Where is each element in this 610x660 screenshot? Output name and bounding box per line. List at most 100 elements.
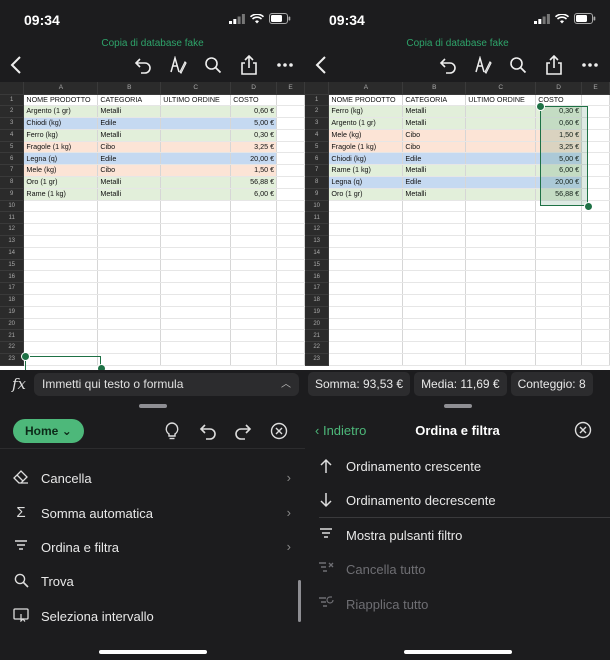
- column-header[interactable]: D: [230, 82, 278, 95]
- column-header[interactable]: D: [535, 82, 583, 95]
- cell[interactable]: [402, 247, 467, 260]
- cell[interactable]: [581, 270, 610, 284]
- cell[interactable]: [97, 259, 162, 272]
- cell[interactable]: [276, 259, 305, 272]
- cell[interactable]: 3,25 €: [535, 141, 583, 154]
- row-header[interactable]: 15: [0, 259, 25, 272]
- row-header[interactable]: 13: [305, 235, 330, 248]
- cell[interactable]: [581, 141, 610, 154]
- cell[interactable]: [97, 211, 162, 225]
- cell[interactable]: [160, 164, 232, 178]
- cell[interactable]: 6,00 €: [230, 188, 278, 201]
- cell[interactable]: 56,88 €: [535, 188, 583, 201]
- row-header[interactable]: 4: [305, 129, 330, 142]
- cell[interactable]: [402, 235, 467, 248]
- cell[interactable]: Mele (kg): [328, 129, 404, 142]
- cell[interactable]: [581, 117, 610, 130]
- back-chevron-icon[interactable]: [4, 53, 28, 77]
- search-icon[interactable]: [506, 53, 530, 77]
- menu-item-clear[interactable]: Cancella ›: [0, 461, 305, 495]
- row-header[interactable]: 18: [305, 294, 330, 307]
- cell[interactable]: [465, 152, 537, 166]
- cell[interactable]: [230, 282, 278, 296]
- row-header[interactable]: 19: [0, 306, 25, 319]
- cell[interactable]: [97, 235, 162, 248]
- row-header[interactable]: 2: [0, 105, 25, 119]
- column-header[interactable]: B: [402, 82, 467, 95]
- cell[interactable]: [402, 211, 467, 225]
- cell[interactable]: [581, 188, 610, 201]
- cell[interactable]: [535, 223, 583, 237]
- row-header[interactable]: 20: [0, 318, 25, 331]
- cell[interactable]: [23, 223, 99, 237]
- cell[interactable]: [160, 247, 232, 260]
- cell[interactable]: [276, 247, 305, 260]
- cell[interactable]: [535, 200, 583, 213]
- cell[interactable]: [276, 235, 305, 248]
- cell[interactable]: [465, 259, 537, 272]
- cell[interactable]: Edile: [402, 152, 467, 166]
- cell[interactable]: [276, 294, 305, 307]
- cell[interactable]: 5,00 €: [230, 117, 278, 130]
- cell[interactable]: Cibo: [97, 141, 162, 154]
- cell[interactable]: [328, 200, 404, 213]
- cell[interactable]: 20,00 €: [230, 152, 278, 166]
- cell[interactable]: [160, 270, 232, 284]
- cell[interactable]: Fragole (1 kg): [328, 141, 404, 154]
- cell[interactable]: ULTIMO ORDINE: [465, 94, 537, 107]
- cell[interactable]: [276, 282, 305, 296]
- cell[interactable]: [160, 200, 232, 213]
- cell[interactable]: 56,88 €: [230, 176, 278, 189]
- cell[interactable]: [465, 164, 537, 178]
- cell[interactable]: [276, 270, 305, 284]
- row-header[interactable]: 21: [305, 329, 330, 343]
- cell[interactable]: Metalli: [97, 188, 162, 201]
- cell[interactable]: [23, 235, 99, 248]
- sort-ascending-item[interactable]: Ordinamento crescente: [305, 449, 610, 483]
- cell[interactable]: [581, 211, 610, 225]
- cell[interactable]: [465, 306, 537, 319]
- cell[interactable]: [160, 211, 232, 225]
- cell[interactable]: [328, 294, 404, 307]
- cell[interactable]: [276, 329, 305, 343]
- cell[interactable]: [581, 247, 610, 260]
- cell[interactable]: [160, 105, 232, 119]
- cell[interactable]: [160, 259, 232, 272]
- selection-handle-start[interactable]: [536, 102, 545, 111]
- row-header[interactable]: 7: [305, 164, 330, 178]
- cell[interactable]: [230, 318, 278, 331]
- show-filter-buttons-item[interactable]: Mostra pulsanti filtro: [305, 518, 610, 552]
- cell[interactable]: Oro (1 gr): [328, 188, 404, 201]
- cell[interactable]: [402, 306, 467, 319]
- cell[interactable]: [276, 94, 305, 107]
- stat-count[interactable]: Conteggio: 8: [510, 372, 593, 396]
- cell[interactable]: [23, 318, 99, 331]
- home-tab-button[interactable]: Home ⌄: [13, 419, 84, 443]
- cell[interactable]: [581, 176, 610, 189]
- cell[interactable]: Chiodi (kg): [328, 152, 404, 166]
- cell[interactable]: [160, 294, 232, 307]
- row-header[interactable]: 17: [0, 282, 25, 296]
- search-icon[interactable]: [201, 53, 225, 77]
- cell[interactable]: [465, 294, 537, 307]
- cell[interactable]: Cibo: [97, 164, 162, 178]
- cell[interactable]: [465, 223, 537, 237]
- cell[interactable]: [465, 211, 537, 225]
- cell[interactable]: [276, 341, 305, 355]
- cell[interactable]: [97, 294, 162, 307]
- row-header[interactable]: 3: [305, 117, 330, 130]
- cell[interactable]: [23, 294, 99, 307]
- cell[interactable]: [535, 294, 583, 307]
- cell[interactable]: [276, 188, 305, 201]
- cell[interactable]: [23, 306, 99, 319]
- row-header[interactable]: 22: [0, 341, 25, 355]
- cell[interactable]: [535, 282, 583, 296]
- cell[interactable]: Rame (1 kg): [328, 164, 404, 178]
- column-header[interactable]: C: [465, 82, 537, 95]
- row-header[interactable]: 1: [0, 94, 25, 107]
- undo-icon[interactable]: [436, 53, 460, 77]
- share-icon[interactable]: [237, 53, 261, 77]
- row-header[interactable]: 5: [305, 141, 330, 154]
- row-header[interactable]: 17: [305, 282, 330, 296]
- cell[interactable]: Metalli: [97, 105, 162, 119]
